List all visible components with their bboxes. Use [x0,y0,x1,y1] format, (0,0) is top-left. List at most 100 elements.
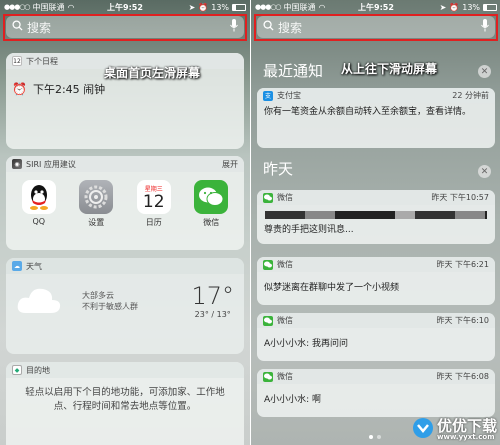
gear-icon [79,180,114,214]
app-name: 微信 [277,372,293,381]
notification-wechat[interactable]: 微信 昨天 下午6:10 A小小小水: 我再问问 [257,313,495,361]
calendar-icon: 12 [12,56,22,66]
battery-percent: 13% [462,2,481,12]
widget-title: 天气 [26,261,42,271]
watermark-url: www.yyxt.com [436,433,495,441]
signal-icon: ●●●○○ [255,3,282,11]
widget-header: ◉ SIRI 应用建议 展开 [6,156,244,172]
wechat-icon [263,259,273,270]
wechat-icon [263,192,273,203]
notification-body: 你有一笔资金从余额自动转入至余额宝，查看详情。 [264,107,472,117]
cloud-icon [16,283,62,319]
notification-time: 22 分钟前 [452,91,489,100]
notification-wechat[interactable]: 微信 昨天 下午6:21 似梦迷离在群聊中发了一个小视频 [257,257,495,305]
weather-tip: 不利于敏感人群 [82,301,138,311]
wechat-icon [263,315,273,326]
alarm-icon: ⏰ [449,2,460,12]
notification-time: 昨天 下午10:57 [431,193,489,202]
highlight-box [3,14,247,41]
siri-suggestions-widget: ◉ SIRI 应用建议 展开 QQ 设置 星期三 12 日历 微信 [6,156,244,250]
watermark-text: 优优下载 [436,417,497,435]
notification-time: 昨天 下午6:21 [436,260,489,269]
highlight-box [254,14,498,41]
wifi-icon: ◠ [318,2,326,12]
app-qq[interactable]: QQ [19,180,59,228]
app-label: 微信 [203,218,220,227]
destination-widget[interactable]: ◆ 目的地 轻点以启用下个目的地功能，可添加家、工作地点、行程时间和常去地点等位… [6,362,244,445]
widget-header: ☁ 天气 [6,258,244,274]
page-dot [369,435,373,439]
close-icon[interactable]: ✕ [478,165,491,178]
watermark: 优优下载 www.yyxt.com [412,417,497,443]
notification-body: 尊贵的手把这则讯息... [264,225,354,235]
app-label: 设置 [88,218,105,227]
weather-app-icon: ☁ [12,261,22,271]
calendar-app-icon: 星期三 12 [136,180,171,214]
notification-header: 微信 昨天 下午6:10 [257,313,495,328]
annotation-label: 从上往下滑动屏幕 [341,62,438,76]
temperature: 17° [191,282,234,310]
notification-alipay[interactable]: 支 支付宝 22 分钟前 你有一笔资金从余额自动转入至余额宝，查看详情。 [257,88,495,148]
clock: 上午9:52 [107,2,143,12]
right-screen: ●●●○○ 中国联通 ◠ 上午9:52 ➤ ⏰ 13% 搜索 最近通知 从上往下滑动屏幕… [251,0,500,445]
weather-condition: 大部多云 [82,290,114,300]
alipay-icon: 支 [263,90,273,101]
notification-header: 微信 昨天 下午6:21 [257,257,495,272]
notification-wechat[interactable]: 微信 昨天 下午10:57 尊贵的手把这则讯息... [257,190,495,244]
notification-header: 支 支付宝 22 分钟前 [257,88,495,103]
location-icon: ➤ [439,2,447,12]
temperature-range: 23° / 13° [194,310,231,319]
recent-notifications-title: 最近通知 [263,62,324,80]
signal-icon: ●●●○○ [4,3,31,11]
destination-text: 轻点以启用下个目的地功能，可添加家、工作地点、行程时间和常去地点等位置。 [25,387,225,412]
notification-time: 昨天 下午6:10 [436,316,489,325]
wechat-icon [194,180,229,214]
app-name: 微信 [277,316,293,325]
alarm-icon: ⏰ [198,2,209,12]
left-screen: ●●●○○ 中国联通 ◠ 上午9:52 ➤ ⏰ 13% 搜索 12 下个日程 ⏰ 下午2… [0,0,250,445]
notification-body: A小小小水: 啊 [264,395,322,405]
app-calendar[interactable]: 星期三 12 日历 [134,180,174,228]
notification-wechat[interactable]: 微信 昨天 下午6:08 A小小小水: 啊 [257,369,495,417]
app-label: 日历 [145,218,162,227]
app-label: QQ [32,217,46,226]
wechat-icon [263,371,273,382]
watermark-logo-icon [412,417,434,443]
qq-icon [21,180,56,214]
widget-title: SIRI 应用建议 [26,159,76,169]
battery-icon [483,3,498,11]
widget-header: ◆ 目的地 [6,362,244,378]
alarm-clock-icon: ⏰ [12,82,27,96]
app-name: 微信 [277,193,293,202]
notification-header: 微信 昨天 下午6:08 [257,369,495,384]
notification-time: 昨天 下午6:08 [436,372,489,381]
notification-body: A小小小水: 我再问问 [264,339,349,349]
location-icon: ➤ [188,2,196,12]
app-wechat[interactable]: 微信 [191,180,231,228]
weather-widget[interactable]: ☁ 天气 大部多云 不利于敏感人群 17° 23° / 13° [6,258,244,354]
wifi-icon: ◠ [67,2,75,12]
annotation-label: 桌面首页左滑屏幕 [104,66,201,80]
carrier-label: 中国联通 [283,2,316,12]
siri-icon: ◉ [12,159,22,169]
expand-button[interactable]: 展开 [222,159,238,170]
close-icon[interactable]: ✕ [478,65,491,78]
app-name: 微信 [277,260,293,269]
status-bar: ●●●○○ 中国联通 ◠ 上午9:52 ➤ ⏰ 13% [251,0,500,14]
clock: 上午9:52 [358,2,394,12]
redacted-bar [265,211,487,219]
event-text: 下午2:45 闹钟 [32,83,106,96]
app-settings[interactable]: 设置 [76,180,116,228]
notification-header: 微信 昨天 下午10:57 [257,190,495,205]
page-dots [369,435,381,439]
app-name: 支付宝 [277,91,301,100]
widget-title: 目的地 [26,365,50,375]
battery-percent: 13% [211,2,230,12]
calendar-day: 12 [142,191,165,212]
battery-icon [232,3,247,11]
notification-body: 似梦迷离在群聊中发了一个小视频 [264,283,400,293]
status-bar: ●●●○○ 中国联通 ◠ 上午9:52 ➤ ⏰ 13% [0,0,250,14]
map-icon: ◆ [12,365,22,375]
carrier-label: 中国联通 [32,2,65,12]
page-dot [377,435,381,439]
